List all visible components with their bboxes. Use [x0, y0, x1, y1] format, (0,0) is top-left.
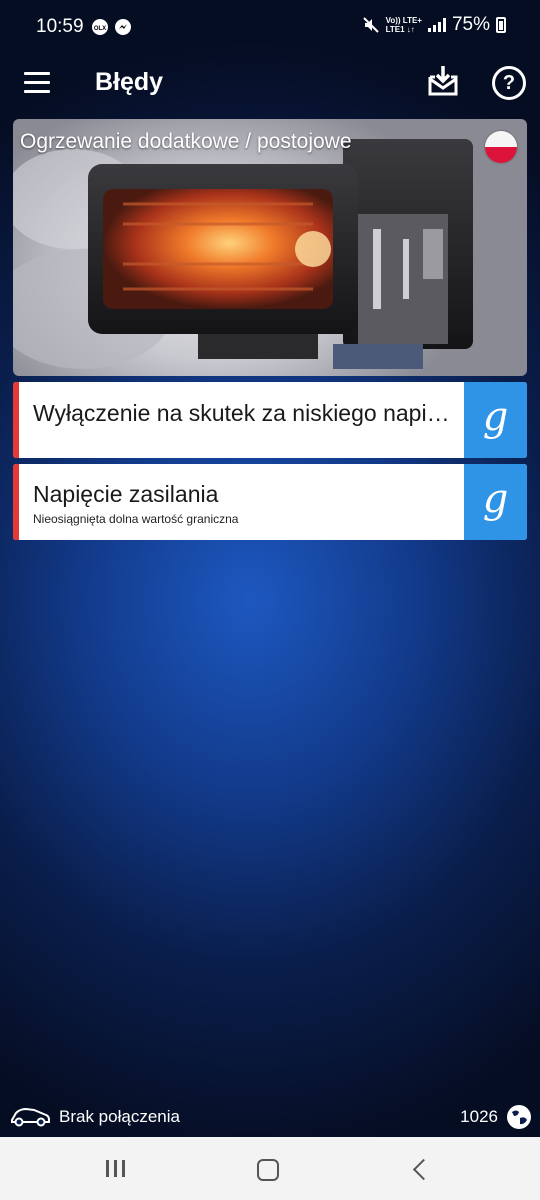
status-right-group: Vo)) LTE+ LTE1 ↓↑ 75%: [362, 14, 506, 36]
car-icon: [11, 1107, 50, 1127]
system-nav-bar: [0, 1137, 540, 1200]
download-inbox-icon[interactable]: [426, 64, 460, 98]
globe-icon[interactable]: [506, 1104, 532, 1130]
google-icon: g: [482, 394, 509, 440]
olx-notification-icon: OLX: [92, 19, 108, 35]
status-bar: 10:59 OLX Vo)) LTE+ LTE1 ↓↑ 75%: [0, 0, 540, 54]
connection-count: 1026: [460, 1107, 498, 1126]
page-title: Błędy: [95, 68, 164, 96]
error-item-1[interactable]: Wyłączenie na skutek za niskiego napięc.…: [13, 382, 527, 458]
google-search-button[interactable]: g: [464, 382, 527, 458]
mute-icon: [362, 17, 379, 33]
error-title: Napięcie zasilania: [33, 481, 219, 507]
home-icon[interactable]: [257, 1159, 279, 1181]
battery-percent: 75%: [451, 14, 490, 35]
poland-flag-icon[interactable]: [485, 131, 517, 163]
heater-illustration: [13, 139, 473, 369]
network-line-2: LTE1 ↓↑: [385, 25, 415, 34]
error-severity-marker: [13, 464, 19, 540]
error-title: Wyłączenie na skutek za niskiego napięc.…: [33, 400, 461, 426]
error-subtitle: Nieosiągnięta dolna wartość graniczna: [33, 512, 239, 526]
error-item-2[interactable]: Napięcie zasilania Nieosiągnięta dolna w…: [13, 464, 527, 540]
google-icon: g: [482, 476, 509, 522]
messenger-notification-icon: [115, 19, 131, 35]
google-search-button[interactable]: g: [464, 464, 527, 540]
back-icon[interactable]: [412, 1158, 435, 1181]
battery-icon: [496, 17, 506, 33]
help-icon[interactable]: ?: [492, 66, 526, 100]
menu-icon[interactable]: [24, 72, 50, 94]
recent-apps-icon[interactable]: [106, 1160, 125, 1177]
status-time: 10:59: [36, 16, 84, 37]
network-indicator: Vo)) LTE+ LTE1 ↓↑: [386, 16, 422, 34]
network-line-1: Vo)) LTE+: [385, 16, 422, 25]
device-card[interactable]: Ogrzewanie dodatkowe / postojowe: [13, 119, 527, 376]
signal-icon: [427, 18, 446, 32]
error-severity-marker: [13, 382, 19, 458]
connection-status: Brak połączenia: [59, 1107, 180, 1126]
app-bar: Błędy ?: [0, 54, 540, 114]
device-title: Ogrzewanie dodatkowe / postojowe: [20, 130, 352, 153]
connection-bar: Brak połączenia 1026: [0, 1100, 540, 1136]
